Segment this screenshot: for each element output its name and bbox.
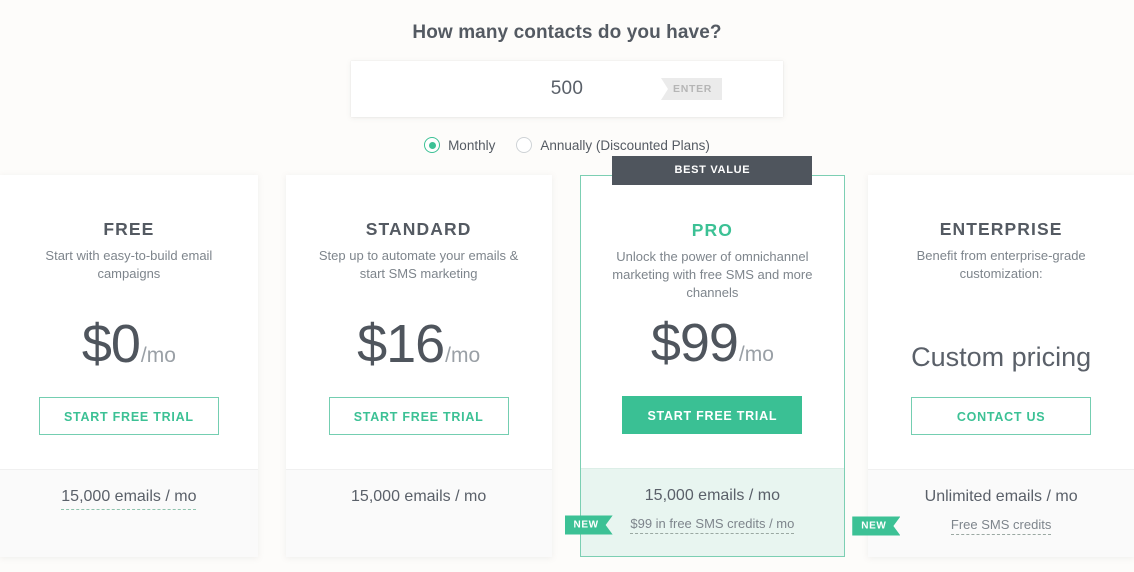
page-title: How many contacts do you have?	[412, 22, 722, 43]
plan-description-free: Start with easy-to-build email campaigns	[45, 248, 213, 282]
new-badge-enterprise: NEW	[852, 517, 900, 536]
plan-feature-secondary-pro: $99 in free SMS credits / mo	[630, 516, 795, 534]
plan-card-free: FREE Start with easy-to-build email camp…	[0, 175, 258, 557]
plan-feature-primary-pro: 15,000 emails / mo	[644, 487, 780, 504]
plan-card-pro: BEST VALUE PRO Unlock the power of omnic…	[580, 156, 846, 557]
plan-name-free: FREE	[103, 219, 155, 239]
plan-price-standard: $16 /mo	[304, 317, 534, 371]
billing-option-monthly[interactable]: Monthly	[424, 137, 495, 153]
billing-option-annually-label: Annually (Discounted Plans)	[540, 137, 710, 153]
start-free-trial-button-free[interactable]: START FREE TRIAL	[38, 397, 219, 435]
plan-price-amount-pro: $99	[650, 313, 739, 373]
plan-features-free: 15,000 emails / mo	[0, 469, 258, 557]
start-free-trial-button-standard[interactable]: START FREE TRIAL	[328, 397, 509, 435]
plan-price-period-standard: /mo	[445, 344, 481, 367]
plan-cta-wrap-standard: START FREE TRIAL	[304, 397, 534, 435]
plan-price-amount-standard: $16	[357, 314, 445, 374]
plan-price-amount-free: $0	[81, 314, 141, 374]
plan-description-enterprise: Benefit from enterprise-grade customizat…	[916, 248, 1086, 282]
plan-card-standard-body: STANDARD Step up to automate your emails…	[286, 175, 552, 469]
plan-price-free: $0 /mo	[18, 317, 240, 371]
plan-card-pro-body: PRO Unlock the power of omnichannel mark…	[581, 176, 845, 468]
plan-feature-primary-standard: 15,000 emails / mo	[351, 488, 487, 505]
plan-card-free-body: FREE Start with easy-to-build email camp…	[0, 175, 258, 469]
plan-cta-wrap-enterprise: CONTACT US	[886, 397, 1116, 435]
enter-button[interactable]: ENTER	[661, 78, 723, 100]
plan-name-enterprise: ENTERPRISE	[939, 219, 1063, 239]
contacts-input-wrapper: 500 ENTER	[0, 61, 1134, 117]
plan-price-pro: $99 /mo	[599, 316, 827, 370]
contacts-input-box[interactable]: 500 ENTER	[351, 61, 783, 117]
radio-annually-icon[interactable]	[516, 137, 533, 153]
plan-feature-secondary-enterprise: Free SMS credits	[950, 517, 1052, 535]
pricing-header: How many contacts do you have? 500 ENTER…	[0, 0, 1134, 153]
plan-features-enterprise: Unlimited emails / mo NEW Free SMS credi…	[868, 469, 1134, 557]
best-value-badge: BEST VALUE	[612, 156, 813, 185]
pricing-page: How many contacts do you have? 500 ENTER…	[0, 0, 1134, 572]
plan-feature-primary-free: 15,000 emails / mo	[61, 488, 197, 510]
plan-feature-secondary-row-enterprise: NEW Free SMS credits	[868, 517, 1134, 535]
plan-features-standard: 15,000 emails / mo	[285, 469, 552, 557]
plan-description-pro: Unlock the power of omnichannel marketin…	[612, 249, 813, 301]
plan-card-standard: STANDARD Step up to automate your emails…	[285, 175, 552, 557]
billing-toggle: Monthly Annually (Discounted Plans)	[0, 137, 1134, 153]
billing-option-annually[interactable]: Annually (Discounted Plans)	[516, 137, 710, 153]
plan-name-pro: PRO	[691, 220, 733, 240]
plan-price-period-pro: /mo	[738, 343, 774, 366]
plan-description-standard: Step up to automate your emails & start …	[318, 248, 519, 282]
radio-monthly-icon[interactable]	[424, 137, 441, 153]
plan-cta-wrap-free: START FREE TRIAL	[18, 397, 240, 435]
plan-cta-wrap-pro: START FREE TRIAL	[599, 396, 827, 434]
start-free-trial-button-pro[interactable]: START FREE TRIAL	[622, 396, 803, 434]
new-badge-pro: NEW	[565, 516, 613, 535]
contact-us-button[interactable]: CONTACT US	[911, 397, 1092, 435]
plan-feature-secondary-row-pro: NEW $99 in free SMS credits / mo	[581, 516, 845, 534]
plan-name-standard: STANDARD	[365, 219, 472, 239]
plan-card-enterprise: ENTERPRISE Benefit from enterprise-grade…	[868, 175, 1134, 557]
plan-features-pro: 15,000 emails / mo NEW $99 in free SMS c…	[581, 468, 845, 556]
billing-option-monthly-label: Monthly	[448, 137, 496, 153]
contacts-input-value[interactable]: 500	[551, 78, 584, 100]
plan-feature-primary-enterprise: Unlimited emails / mo	[924, 488, 1078, 505]
plan-card-enterprise-body: ENTERPRISE Benefit from enterprise-grade…	[868, 175, 1134, 469]
plan-cards: FREE Start with easy-to-build email camp…	[0, 156, 1134, 572]
plan-price-period-free: /mo	[140, 344, 176, 367]
plan-price-enterprise: Custom pricing	[911, 342, 1092, 372]
